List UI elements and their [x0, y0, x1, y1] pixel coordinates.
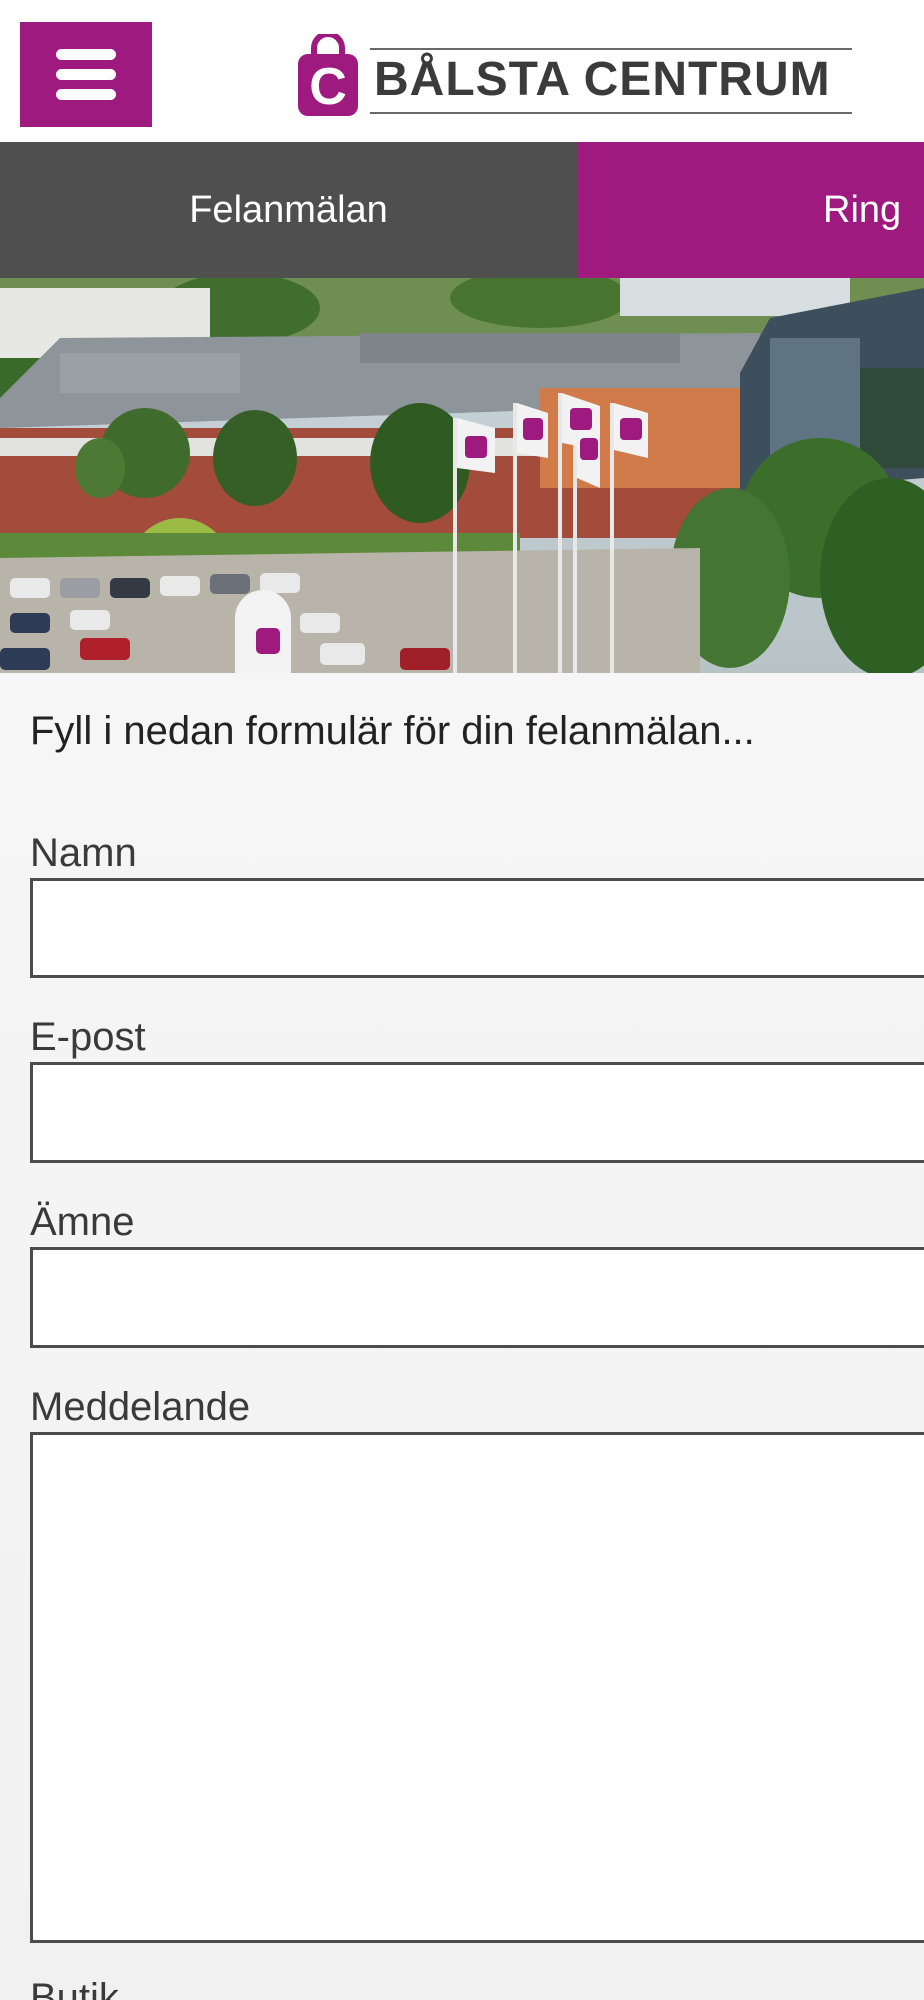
store-label: Butik — [30, 1976, 119, 2000]
logo-text: BÅLSTA CENTRUM — [374, 53, 831, 106]
name-input[interactable] — [30, 878, 924, 978]
message-textarea[interactable] — [30, 1432, 924, 1943]
shopping-center-photo — [0, 278, 924, 673]
header: C BÅLSTA CENTRUM — [0, 0, 924, 142]
tab-ring[interactable]: Ring — [577, 142, 924, 278]
name-label: Namn — [30, 831, 137, 875]
message-label: Meddelande — [30, 1385, 251, 1429]
menu-button[interactable] — [20, 22, 152, 127]
logo-rule-bottom — [370, 112, 852, 114]
email-label: E-post — [30, 1015, 146, 1059]
hamburger-icon-bar-bottom — [56, 89, 116, 100]
hamburger-icon — [56, 49, 116, 60]
hamburger-icon-bar-middle — [56, 69, 116, 80]
email-input[interactable] — [30, 1062, 924, 1163]
tab-bar: Felanmälan Ring — [0, 142, 924, 278]
tab-felanmalan[interactable]: Felanmälan — [0, 142, 577, 278]
form-section: ⠀ Fyll i nedan formulär för din felanmäl… — [0, 673, 924, 2000]
subject-input[interactable] — [30, 1247, 924, 1348]
svg-text:C: C — [309, 58, 347, 116]
site-logo[interactable]: C BÅLSTA CENTRUM — [296, 30, 856, 122]
subject-label: Ämne — [30, 1200, 135, 1244]
logo-rule-top — [370, 48, 852, 50]
hero-image — [0, 278, 924, 673]
form-intro: Fyll i nedan formulär för din felanmälan… — [30, 709, 755, 753]
shopping-bag-logo-icon: C — [298, 34, 358, 116]
